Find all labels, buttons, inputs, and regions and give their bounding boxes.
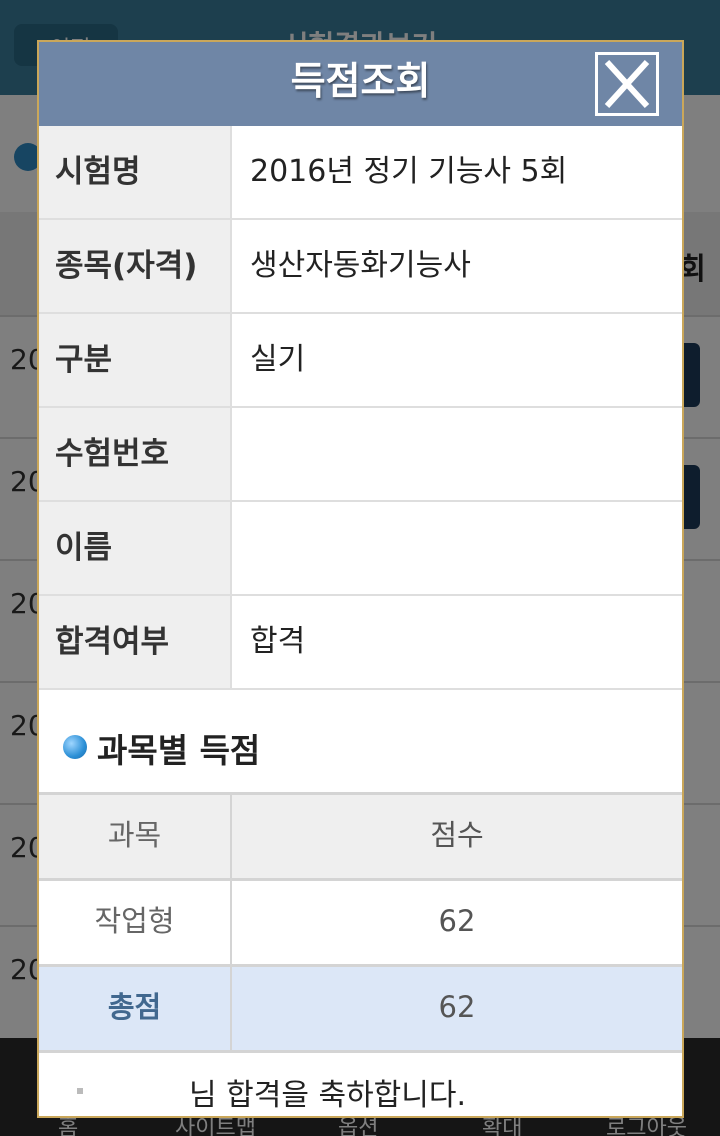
info-row-exam-name: 시험명 2016년 정기 기능사 5회 (39, 126, 682, 220)
redacted-name (77, 1088, 83, 1094)
dialog-title: 득점조회 (290, 59, 431, 103)
congrats-message: 님 합격을 축하합니다. (39, 1070, 682, 1116)
info-label: 종목(자격) (39, 220, 232, 312)
total-score: 62 (438, 990, 476, 1024)
score-table-header: 과목 점수 (39, 795, 682, 881)
info-label: 수험번호 (39, 408, 232, 500)
info-label: 이름 (39, 502, 232, 594)
column-header-score: 점수 (430, 818, 484, 852)
info-value: 생산자동화기능사 (250, 248, 471, 283)
score-table: 과목 점수 작업형 62 총점 62 (39, 792, 682, 1053)
info-label: 시험명 (39, 126, 232, 218)
info-row-name: 이름 (39, 502, 682, 596)
bullet-icon (63, 735, 87, 759)
congrats-text: 님 합격을 축하합니다. (189, 1078, 467, 1113)
total-label: 총점 (39, 967, 232, 1050)
score-dialog: 득점조회 시험명 2016년 정기 기능사 5회 종목(자격) 생산자동화기능사… (37, 40, 684, 1118)
info-label: 합격여부 (39, 596, 232, 688)
info-row-pass-status: 합격여부 합격 (39, 596, 682, 690)
section-subject-scores: 과목별 득점 (39, 690, 682, 790)
info-value: 실기 (250, 342, 306, 377)
section-title: 과목별 득점 (97, 731, 261, 770)
dialog-header: 득점조회 (39, 42, 682, 126)
info-row-exam-number: 수험번호 (39, 408, 682, 502)
subject-cell: 작업형 (39, 881, 232, 964)
info-row-qualification: 종목(자격) 생산자동화기능사 (39, 220, 682, 314)
table-row: 작업형 62 (39, 881, 682, 967)
info-value: 합격 (250, 624, 306, 659)
total-row: 총점 62 (39, 967, 682, 1053)
info-label: 구분 (39, 314, 232, 406)
close-button[interactable] (595, 52, 659, 116)
info-value (232, 502, 682, 594)
info-row-category: 구분 실기 (39, 314, 682, 408)
info-value (232, 408, 682, 500)
score-cell: 62 (438, 904, 476, 938)
close-x-icon (604, 59, 650, 109)
exam-info-table: 시험명 2016년 정기 기능사 5회 종목(자격) 생산자동화기능사 구분 실… (39, 126, 682, 690)
info-value: 2016년 정기 기능사 5회 (250, 154, 568, 189)
column-header-subject: 과목 (39, 795, 232, 878)
